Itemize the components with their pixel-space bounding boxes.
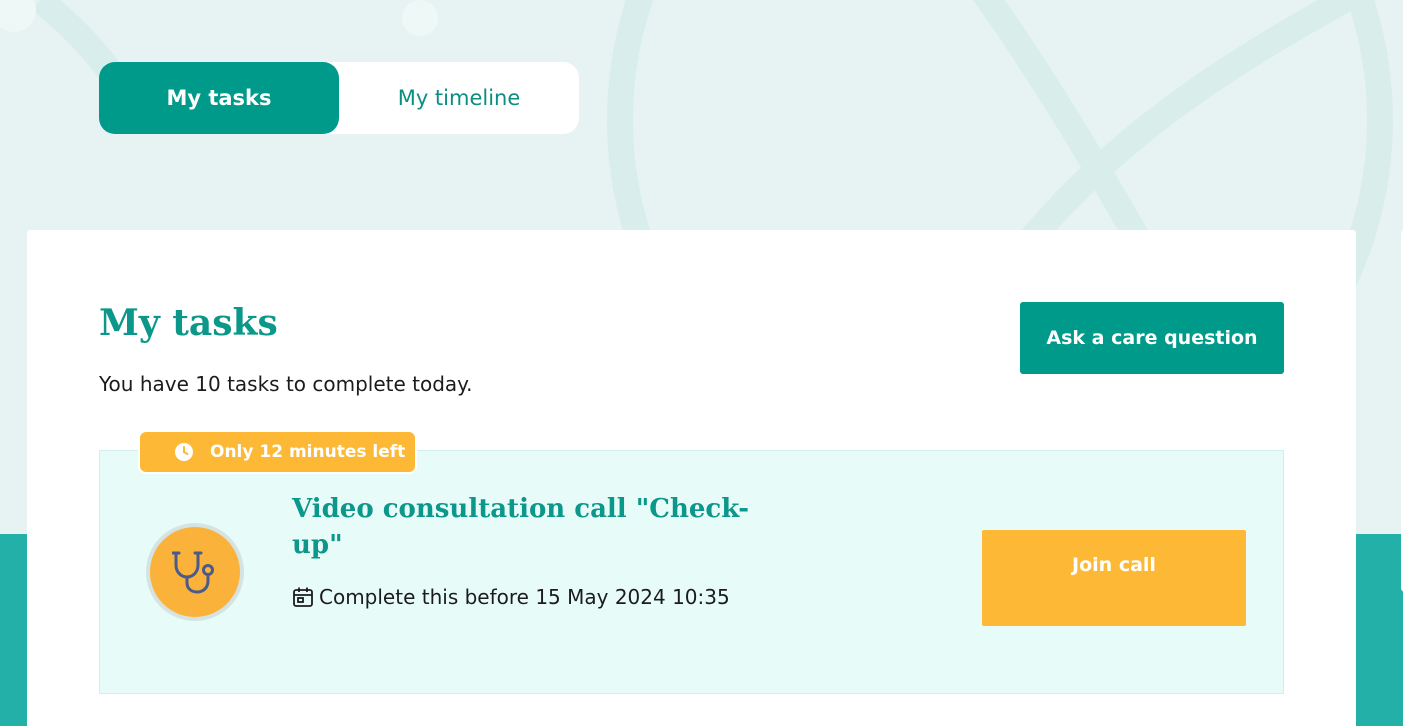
task-title: Video consultation call "Check-up" (292, 494, 749, 560)
task-card: Video consultation call "Check-up" Compl… (99, 450, 1284, 694)
time-left-badge: Only 12 minutes left (138, 430, 417, 474)
avatar-circle (150, 527, 240, 617)
join-call-button[interactable]: Join call (982, 530, 1246, 626)
tab-my-timeline[interactable]: My timeline (339, 62, 579, 134)
task-avatar (146, 523, 244, 621)
tab-switcher: My tasks My timeline (99, 62, 579, 134)
tab-my-tasks[interactable]: My tasks (99, 62, 339, 134)
ask-care-question-button[interactable]: Ask a care question (1020, 302, 1284, 374)
stethoscope-icon (172, 551, 214, 594)
task-due-text: Complete this before 15 May 2024 10:35 (319, 585, 730, 609)
page-title: My tasks (99, 302, 278, 344)
tasks-summary: You have 10 tasks to complete today. (99, 372, 473, 396)
calendar-icon (293, 587, 313, 607)
clock-icon (175, 443, 193, 461)
page: My tasks My timeline My tasks You have 1… (0, 0, 1403, 726)
time-left-text: Only 12 minutes left (210, 442, 406, 462)
tasks-card: My tasks You have 10 tasks to complete t… (27, 230, 1356, 726)
task-due: Complete this before 15 May 2024 10:35 (292, 585, 730, 609)
